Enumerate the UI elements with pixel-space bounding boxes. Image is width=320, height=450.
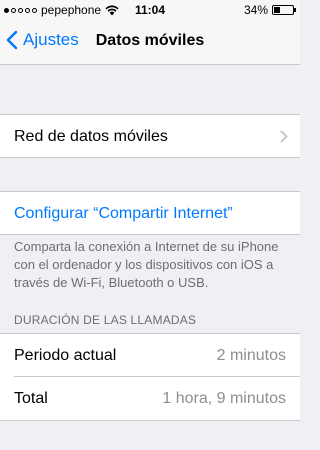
battery-icon bbox=[272, 5, 296, 15]
battery-fill bbox=[274, 7, 281, 13]
cellular-data-network-cell[interactable]: Red de datos móviles bbox=[0, 114, 300, 158]
total-duration-row: Total 1 hora, 9 minutos bbox=[0, 377, 300, 421]
call-duration-header: DURACIÓN DE LAS LLAMADAS bbox=[14, 313, 197, 327]
page-title: Datos móviles bbox=[95, 32, 205, 49]
total-duration-value: 1 hora, 9 minutos bbox=[162, 390, 286, 407]
cellular-data-network-label: Red de datos móviles bbox=[14, 128, 168, 145]
status-bar: pepephone 11:04 34% bbox=[0, 0, 300, 20]
status-right: 34% bbox=[243, 3, 296, 17]
current-period-value: 2 minutos bbox=[216, 347, 286, 364]
battery-percentage: 34% bbox=[243, 3, 268, 17]
total-duration-label: Total bbox=[14, 390, 48, 407]
configure-hotspot-cell[interactable]: Configurar “Compartir Internet” bbox=[0, 191, 300, 235]
configure-hotspot-label: Configurar “Compartir Internet” bbox=[14, 205, 233, 222]
chevron-right-icon bbox=[280, 130, 288, 143]
current-period-row: Periodo actual 2 minutos bbox=[0, 333, 300, 377]
current-period-label: Periodo actual bbox=[14, 347, 117, 364]
hotspot-footer-text: Comparta la conexión a Internet de su iP… bbox=[14, 239, 279, 290]
navigation-bar: Ajustes Datos móviles bbox=[0, 20, 300, 65]
